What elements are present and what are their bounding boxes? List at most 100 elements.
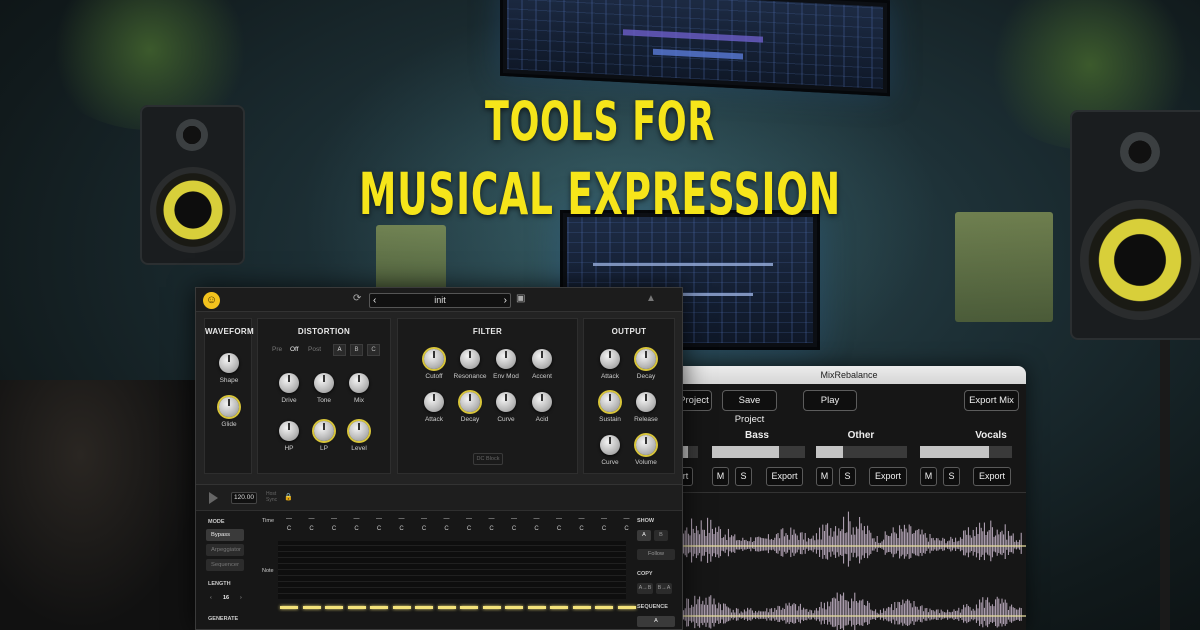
sustain-knob[interactable] bbox=[600, 392, 620, 412]
distortion-type-b[interactable]: B bbox=[350, 344, 363, 356]
step-note[interactable]: C bbox=[301, 526, 323, 536]
step-note[interactable]: C bbox=[526, 526, 548, 536]
step-note[interactable]: C bbox=[481, 526, 503, 536]
smiley-icon[interactable]: ☺ bbox=[203, 292, 220, 309]
step-column[interactable]: — C bbox=[458, 516, 480, 536]
step-column[interactable]: — C bbox=[481, 516, 503, 536]
play-button[interactable]: Play bbox=[803, 390, 857, 411]
length-decrease-icon[interactable]: ‹ bbox=[210, 595, 212, 601]
step-time-marker[interactable]: — bbox=[391, 516, 413, 526]
save-project-button[interactable]: Save Project bbox=[722, 390, 777, 425]
curve-knob[interactable] bbox=[600, 435, 620, 455]
lock-icon[interactable]: 🔒 bbox=[284, 493, 293, 501]
step-note[interactable]: C bbox=[593, 526, 615, 536]
attack-knob[interactable] bbox=[424, 392, 444, 412]
step-time-marker[interactable]: — bbox=[458, 516, 480, 526]
step-column[interactable]: — C bbox=[368, 516, 390, 536]
export-button-vocals[interactable]: Export bbox=[973, 467, 1011, 486]
drive-knob[interactable] bbox=[279, 373, 299, 393]
distortion-off-option[interactable]: Off bbox=[290, 346, 299, 353]
step-note[interactable]: C bbox=[458, 526, 480, 536]
release-knob[interactable] bbox=[636, 392, 656, 412]
accent-knob[interactable] bbox=[532, 349, 552, 369]
stem-slider-other[interactable] bbox=[816, 446, 907, 458]
length-value[interactable]: 16 bbox=[223, 595, 229, 601]
step-time-marker[interactable]: — bbox=[368, 516, 390, 526]
step-column[interactable]: — C bbox=[548, 516, 570, 536]
distortion-type-a[interactable]: A bbox=[333, 344, 346, 356]
step-gate[interactable] bbox=[437, 606, 456, 609]
step-gate[interactable] bbox=[482, 606, 501, 609]
resonance-knob[interactable] bbox=[460, 349, 480, 369]
step-column[interactable]: — C bbox=[346, 516, 368, 536]
mode-arpeggiator-button[interactable]: Arpeggiator bbox=[206, 544, 244, 556]
level-knob[interactable] bbox=[349, 421, 369, 441]
step-time-marker[interactable]: — bbox=[413, 516, 435, 526]
step-column[interactable]: — C bbox=[301, 516, 323, 536]
mix-knob[interactable] bbox=[349, 373, 369, 393]
save-icon[interactable]: ▣ bbox=[516, 293, 525, 304]
preset-selector[interactable]: ‹ init › bbox=[369, 293, 511, 308]
distortion-type-c[interactable]: C bbox=[367, 344, 380, 356]
step-column[interactable]: — C bbox=[323, 516, 345, 536]
step-time-marker[interactable]: — bbox=[436, 516, 458, 526]
length-increase-icon[interactable]: › bbox=[240, 595, 242, 601]
step-column[interactable]: — C bbox=[593, 516, 615, 536]
acid-knob[interactable] bbox=[532, 392, 552, 412]
step-column[interactable]: — C bbox=[391, 516, 413, 536]
step-time-marker[interactable]: — bbox=[548, 516, 570, 526]
play-icon[interactable] bbox=[209, 492, 218, 504]
step-column[interactable]: — C bbox=[503, 516, 525, 536]
step-column[interactable]: — C bbox=[436, 516, 458, 536]
step-note[interactable]: C bbox=[323, 526, 345, 536]
lp-knob[interactable] bbox=[314, 421, 334, 441]
step-gate[interactable] bbox=[370, 606, 388, 609]
preset-prev-icon[interactable]: ‹ bbox=[373, 294, 376, 307]
step-time-marker[interactable]: — bbox=[593, 516, 615, 526]
step-time-marker[interactable]: — bbox=[616, 516, 638, 526]
step-gate[interactable] bbox=[505, 606, 523, 609]
step-gate[interactable] bbox=[572, 606, 591, 609]
bpm-field[interactable]: 120.00 bbox=[231, 492, 257, 504]
step-note[interactable]: C bbox=[436, 526, 458, 536]
step-gate[interactable] bbox=[595, 606, 613, 609]
sequence-selector[interactable]: A bbox=[637, 616, 675, 627]
step-time-marker[interactable]: — bbox=[571, 516, 593, 526]
step-gate[interactable] bbox=[280, 606, 298, 609]
step-note[interactable]: C bbox=[413, 526, 435, 536]
step-gate[interactable] bbox=[550, 606, 568, 609]
step-gate[interactable] bbox=[325, 606, 343, 609]
stem-slider-vocals[interactable] bbox=[920, 446, 1012, 458]
step-time-marker[interactable]: — bbox=[323, 516, 345, 526]
mute-button-bass[interactable]: M bbox=[712, 467, 729, 486]
step-column[interactable]: — C bbox=[526, 516, 548, 536]
step-time-marker[interactable]: — bbox=[301, 516, 323, 526]
cutoff-knob[interactable] bbox=[424, 349, 444, 369]
attack-knob[interactable] bbox=[600, 349, 620, 369]
step-time-marker[interactable]: — bbox=[526, 516, 548, 526]
env-mod-knob[interactable] bbox=[496, 349, 516, 369]
mode-bypass-button[interactable]: Bypass bbox=[206, 529, 244, 541]
step-time-marker[interactable]: — bbox=[503, 516, 525, 526]
step-note[interactable]: C bbox=[346, 526, 368, 536]
step-time-marker[interactable]: — bbox=[346, 516, 368, 526]
stem-slider-bass[interactable] bbox=[712, 446, 805, 458]
show-b-button[interactable]: B bbox=[654, 530, 668, 541]
decay-knob[interactable] bbox=[460, 392, 480, 412]
hp-knob[interactable] bbox=[279, 421, 299, 441]
step-column[interactable]: — C bbox=[616, 516, 638, 536]
step-note[interactable]: C bbox=[503, 526, 525, 536]
step-note[interactable]: C bbox=[368, 526, 390, 536]
step-note[interactable]: C bbox=[391, 526, 413, 536]
step-gate[interactable] bbox=[302, 606, 321, 609]
solo-button-vocals[interactable]: S bbox=[943, 467, 960, 486]
copy-b-to-a-button[interactable]: B→A bbox=[656, 583, 672, 594]
show-a-button[interactable]: A bbox=[637, 530, 651, 541]
step-column[interactable]: — C bbox=[571, 516, 593, 536]
solo-button-bass[interactable]: S bbox=[735, 467, 752, 486]
step-note[interactable]: C bbox=[548, 526, 570, 536]
dc-block-button[interactable]: DC Block bbox=[473, 453, 503, 465]
step-note[interactable]: C bbox=[571, 526, 593, 536]
solo-button-other[interactable]: S bbox=[839, 467, 856, 486]
distortion-post-option[interactable]: Post bbox=[308, 346, 321, 353]
